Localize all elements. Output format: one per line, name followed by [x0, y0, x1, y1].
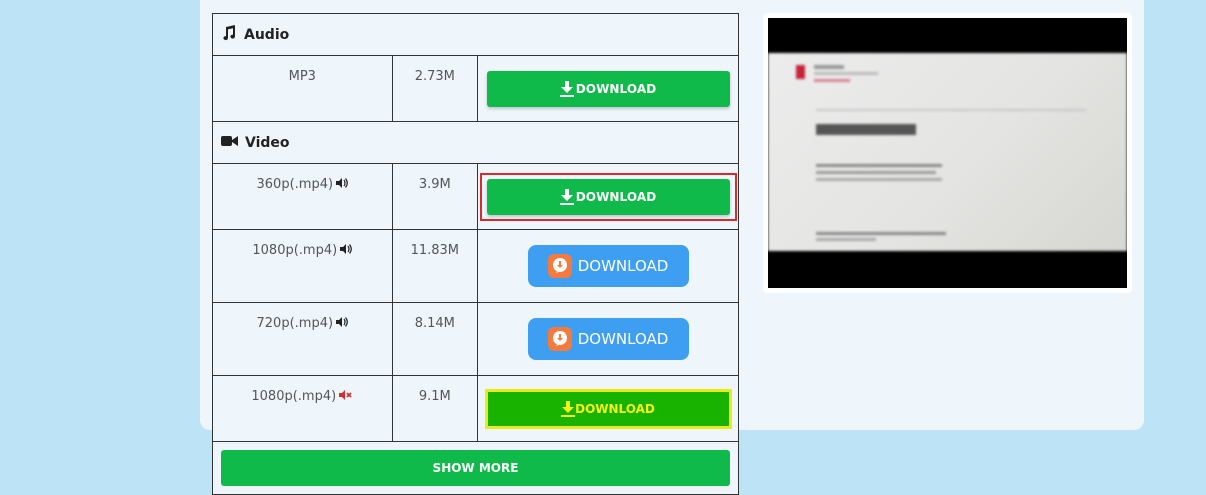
video-camera-icon [221, 135, 238, 151]
quality-label: 1080p(.mp4) [251, 389, 337, 404]
size-cell: 11.83M [391, 229, 479, 303]
slide-content-graphic [796, 65, 1086, 241]
video-section-title: Video [245, 134, 290, 151]
quality-label: 720p(.mp4) [256, 316, 334, 331]
speaker-icon [336, 316, 348, 331]
quality-label: 1080p(.mp4) [252, 243, 338, 258]
audio-section-header: Audio [213, 24, 738, 45]
1080p-no-audio-download-button[interactable]: DOWNLOAD [487, 391, 729, 426]
speaker-icon [336, 177, 348, 192]
highlight-box: DOWNLOAD [479, 172, 737, 221]
mp3-download-button[interactable]: DOWNLOAD [486, 70, 730, 107]
highlight-box: DOWNLOAD [484, 388, 732, 429]
size-cell: 8.14M [391, 302, 479, 376]
1080p-app-download-button[interactable]: DOWNLOAD [527, 245, 689, 287]
download-arrow-icon [561, 400, 576, 417]
360p-download-button[interactable]: DOWNLOAD [486, 178, 730, 215]
speaker-icon [340, 243, 353, 258]
download-arrow-icon [559, 80, 574, 97]
music-note-icon [221, 24, 237, 45]
download-card: Audio MP3 2.73M DOWNLOAD Video 360p(.mp4… [200, 0, 1144, 495]
size-cell: 2.73M [391, 55, 479, 122]
thumbnail-slide [768, 53, 1127, 251]
download-table: Audio MP3 2.73M DOWNLOAD Video 360p(.mp4… [212, 13, 739, 495]
table-row: 1080p(.mp4) 9.1M DOWNLOAD [212, 375, 739, 442]
quality-label: 360p(.mp4) [256, 177, 334, 192]
video-thumbnail[interactable] [763, 13, 1132, 293]
720p-app-download-button[interactable]: DOWNLOAD [527, 318, 689, 360]
table-row: 1080p(.mp4) 11.83M DOWNLOAD [212, 229, 739, 303]
app-download-icon [547, 254, 572, 278]
table-row: 720p(.mp4) 8.14M DOWNLOAD [212, 302, 739, 376]
app-download-icon [547, 327, 572, 351]
quality-cell: MP3 [212, 55, 393, 122]
speaker-muted-icon [339, 389, 353, 404]
table-row: 360p(.mp4) 3.9M DOWNLOAD [212, 163, 739, 230]
video-section-header: Video [213, 135, 738, 151]
table-row: MP3 2.73M DOWNLOAD [212, 55, 739, 122]
download-arrow-icon [559, 188, 574, 205]
size-cell: 3.9M [391, 163, 479, 230]
size-cell: 9.1M [391, 375, 479, 442]
audio-section-title: Audio [244, 26, 290, 43]
show-more-button[interactable]: SHOW MORE [221, 450, 730, 486]
